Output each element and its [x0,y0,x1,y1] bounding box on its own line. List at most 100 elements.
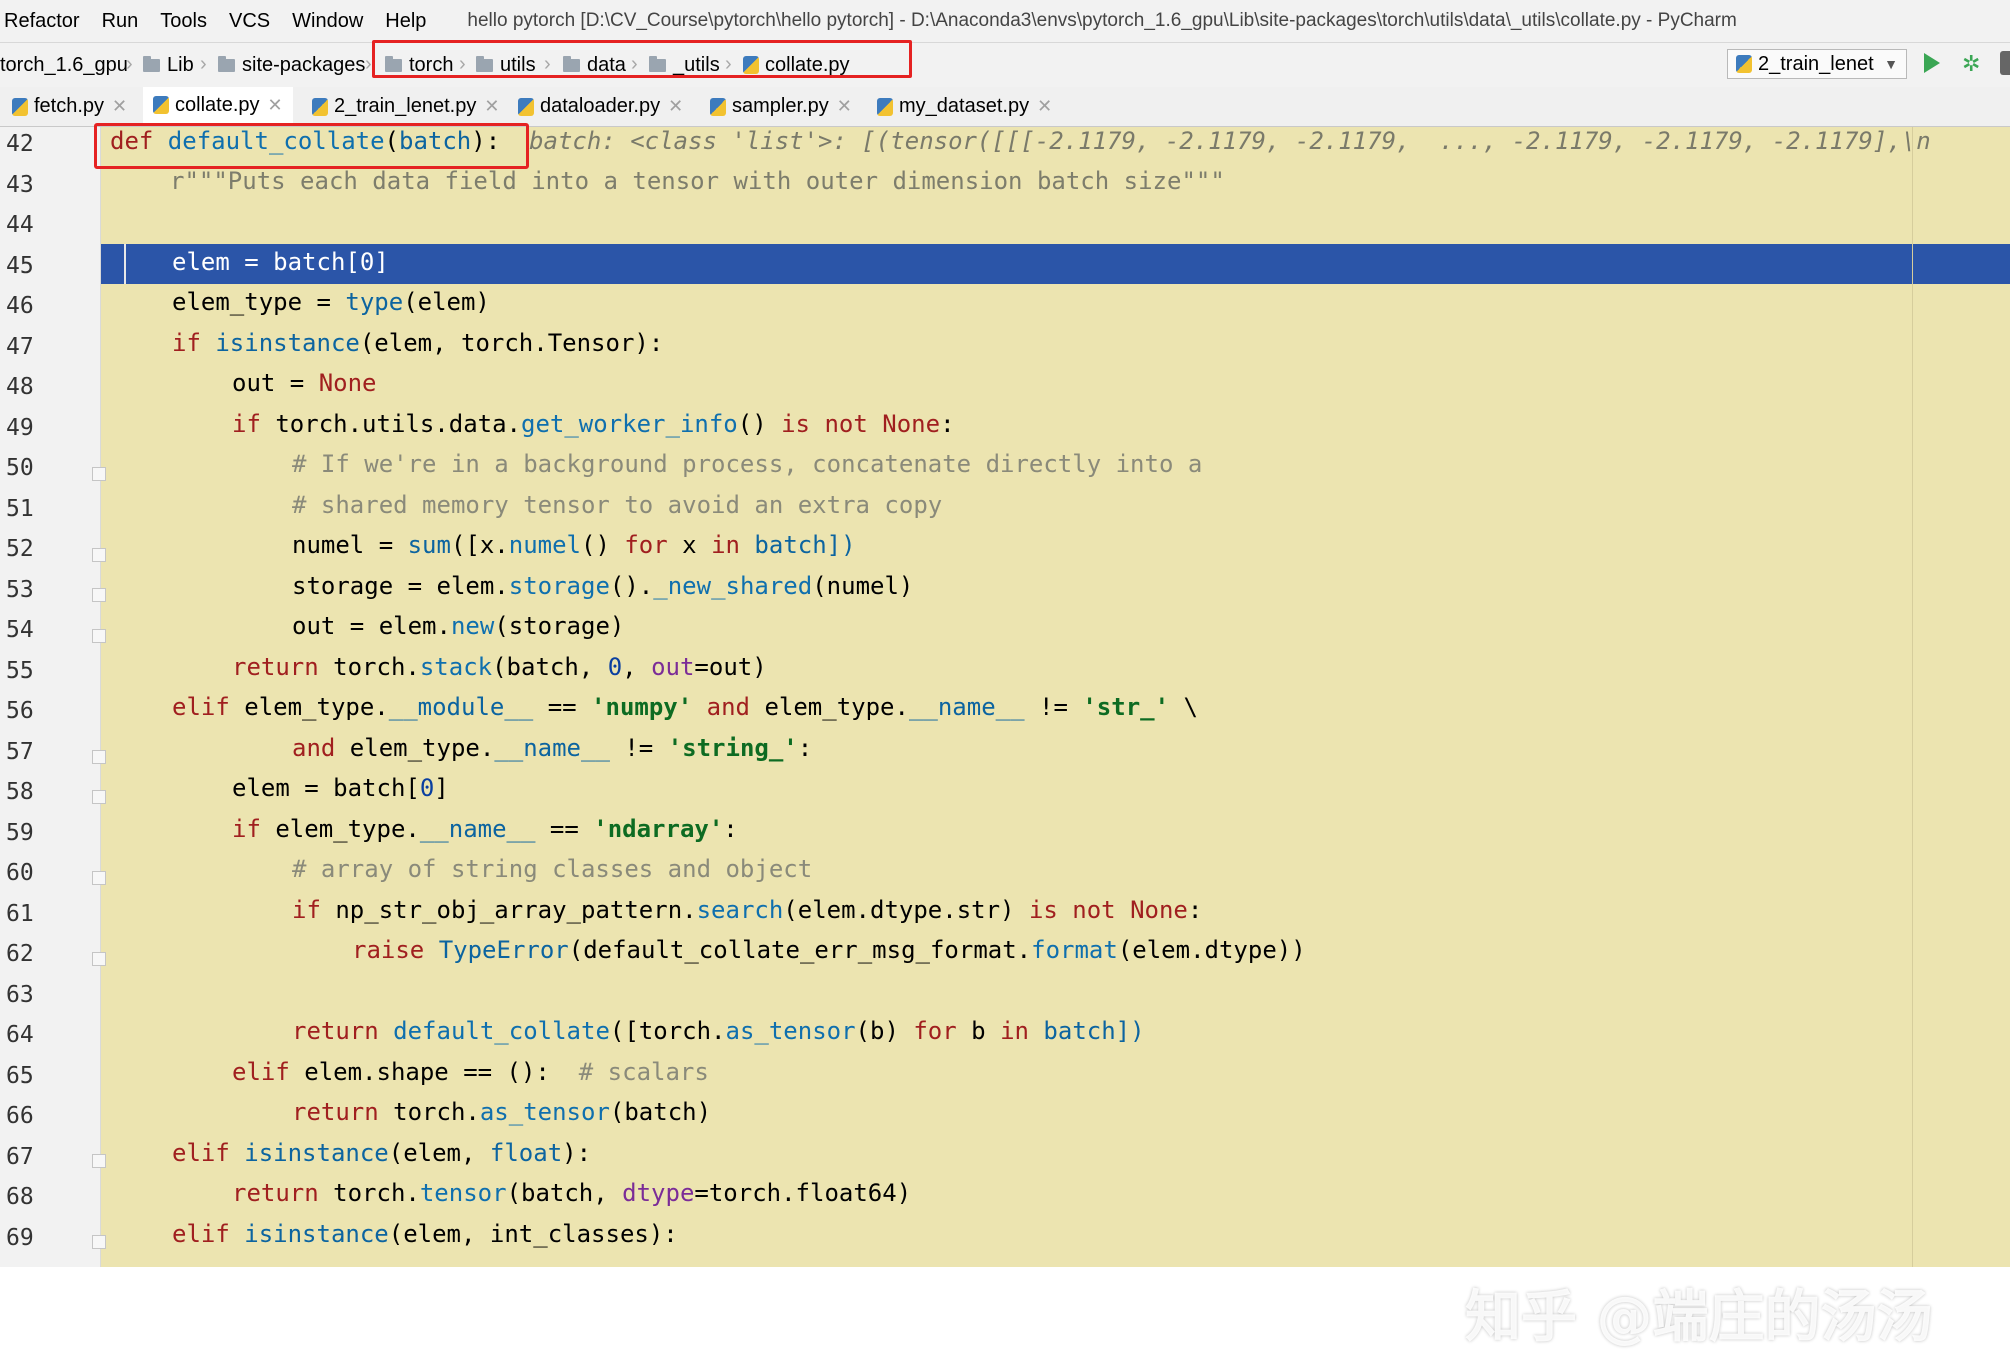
close-icon[interactable]: ✕ [112,96,127,117]
breadcrumb-label: torch_1.6_gpu [0,53,128,76]
python-file-icon [153,96,169,114]
fold-marker[interactable] [92,588,106,602]
line-number: 64 [6,1022,34,1048]
close-icon[interactable]: ✕ [268,95,283,116]
line-number: 59 [6,819,34,846]
fold-marker[interactable] [92,750,106,764]
folder-icon [218,55,235,72]
tab-my-dataset[interactable]: my_dataset.py ✕ [877,87,1052,126]
menu-window[interactable]: Window [281,10,374,33]
python-file-icon [877,97,893,116]
code-line[interactable]: elem = batch[0] [232,774,449,802]
line-number: 63 [6,981,34,1008]
menu-vcs[interactable]: VCS [218,10,281,33]
breadcrumb-item-site-packages[interactable]: site-packages [218,51,365,79]
tab-label: sampler.py [732,95,829,117]
tab-fetch[interactable]: fetch.py ✕ [12,87,127,126]
tab-sampler[interactable]: sampler.py ✕ [710,87,852,126]
line-number: 43 [6,171,34,198]
fold-marker[interactable] [92,790,106,804]
code-line[interactable]: numel = sum([x.numel() for x in batch]) [292,531,856,559]
code-line[interactable]: out = elem.new(storage) [292,612,624,640]
code-line[interactable]: if isinstance(elem, torch.Tensor): [172,329,663,357]
line-number: 57 [6,738,34,765]
code-line[interactable]: return torch.tensor(batch, dtype=torch.f… [232,1179,911,1207]
line-number: 47 [6,333,34,360]
line-number: 54 [6,617,34,643]
code-line[interactable]: return default_collate([torch.as_tensor(… [292,1017,1145,1045]
code-line[interactable]: if torch.utils.data.get_worker_info() is… [232,410,955,438]
breadcrumb-item-env[interactable]: torch_1.6_gpu [0,51,128,79]
line-number: 44 [6,212,34,238]
line-number: 50 [6,455,34,481]
line-number: 69 [6,1224,34,1251]
tab-label: dataloader.py [540,95,661,117]
code-line[interactable]: elif isinstance(elem, int_classes): [172,1220,678,1248]
line-number: 66 [6,1103,34,1129]
window-title: hello pytorch [D:\CV_Course\pytorch\hell… [467,10,1737,31]
line-number: 53 [6,576,34,603]
tab-2-train-lenet[interactable]: 2_train_lenet.py ✕ [312,87,499,126]
comment-line[interactable]: # shared memory tensor to avoid an extra… [292,491,942,519]
line-number: 60 [6,860,34,886]
fold-marker[interactable] [92,467,106,481]
fold-marker[interactable] [92,548,106,562]
code-line[interactable]: if elem_type.__name__ == 'ndarray': [232,815,738,843]
breadcrumb: torch_1.6_gpu › Lib › site-packages › to… [0,42,2010,88]
caret [124,244,126,284]
close-icon[interactable]: ✕ [1037,96,1052,117]
close-icon[interactable]: ✕ [484,96,499,117]
run-icon[interactable] [1924,53,1940,73]
editor-tab-bar: fetch.py ✕ collate.py ✕ 2_train_lenet.py ✕ … [0,87,2010,127]
code-line[interactable]: storage = elem.storage()._new_shared(num… [292,572,913,600]
stop-icon[interactable] [2000,51,2010,75]
code-line[interactable]: return torch.stack(batch, 0, out=out) [232,653,767,681]
close-icon[interactable]: ✕ [837,96,852,117]
tab-label: collate.py [175,93,260,116]
code-line[interactable]: elem = batch[0] [172,248,389,276]
code-line[interactable]: if np_str_obj_array_pattern.search(elem.… [292,896,1202,924]
comment-line[interactable]: # If we're in a background process, conc… [292,450,1202,478]
tab-label: fetch.py [34,95,105,117]
code-line[interactable]: out = None [232,369,377,397]
menu-bar: Refactor Run Tools VCS Window Help hello… [0,0,2010,42]
fold-marker[interactable] [92,1235,106,1249]
menu-refactor[interactable]: Refactor [0,10,91,33]
close-icon[interactable]: ✕ [668,96,683,117]
menu-help[interactable]: Help [374,10,437,33]
code-line[interactable]: and elem_type.__name__ != 'string_': [292,734,812,762]
fold-marker[interactable] [92,629,106,643]
fold-marker[interactable] [92,952,106,966]
breadcrumb-item-lib[interactable]: Lib [143,51,194,79]
debug-bug-icon[interactable]: ✲ [1962,51,1980,77]
line-number: 68 [6,1184,34,1210]
line-number: 52 [6,536,34,562]
code-line[interactable]: elif elem_type.__module__ == 'numpy' and… [172,693,1198,721]
menu-run[interactable]: Run [91,10,150,33]
menu-tools[interactable]: Tools [149,10,218,33]
code-line[interactable]: elem_type = type(elem) [172,288,490,316]
docstring[interactable]: r"""Puts each data field into a tensor w… [170,167,1225,195]
line-number: 58 [6,779,34,805]
python-file-icon [518,97,534,116]
chevron-right-icon: › [200,53,207,75]
code-editor[interactable]: 42 43 44 45 46 47 48 49 50 51 52 53 54 55 56 57 58 59 60 61… [0,123,2010,1350]
fold-marker[interactable] [92,1154,106,1168]
watermark: 知乎 @端庄的汤汤 [1465,1285,1933,1350]
code-line[interactable]: return torch.as_tensor(batch) [292,1098,711,1126]
python-file-icon [1736,55,1752,73]
run-config-dropdown[interactable]: 2_train_lenet ▼ [1727,49,1907,79]
comment-line[interactable]: # array of string classes and object [292,855,812,883]
code-line[interactable]: elif elem.shape == (): # scalars [232,1058,709,1086]
line-number: 42 [6,131,34,157]
tab-collate[interactable]: collate.py ✕ [143,87,293,126]
python-file-icon [312,97,328,116]
tab-dataloader[interactable]: dataloader.py ✕ [518,87,683,126]
code-line[interactable]: elif isinstance(elem, float): [172,1139,591,1167]
line-number-gutter: 42 43 44 45 46 47 48 49 50 51 52 53 54 55 56 57 58 59 60 61… [0,127,101,1267]
run-config-label: 2_train_lenet [1758,52,1874,75]
line-number: 48 [6,374,34,400]
breadcrumb-label: site-packages [242,53,366,76]
fold-marker[interactable] [92,871,106,885]
code-line[interactable]: raise TypeError(default_collate_err_msg_… [352,936,1306,964]
